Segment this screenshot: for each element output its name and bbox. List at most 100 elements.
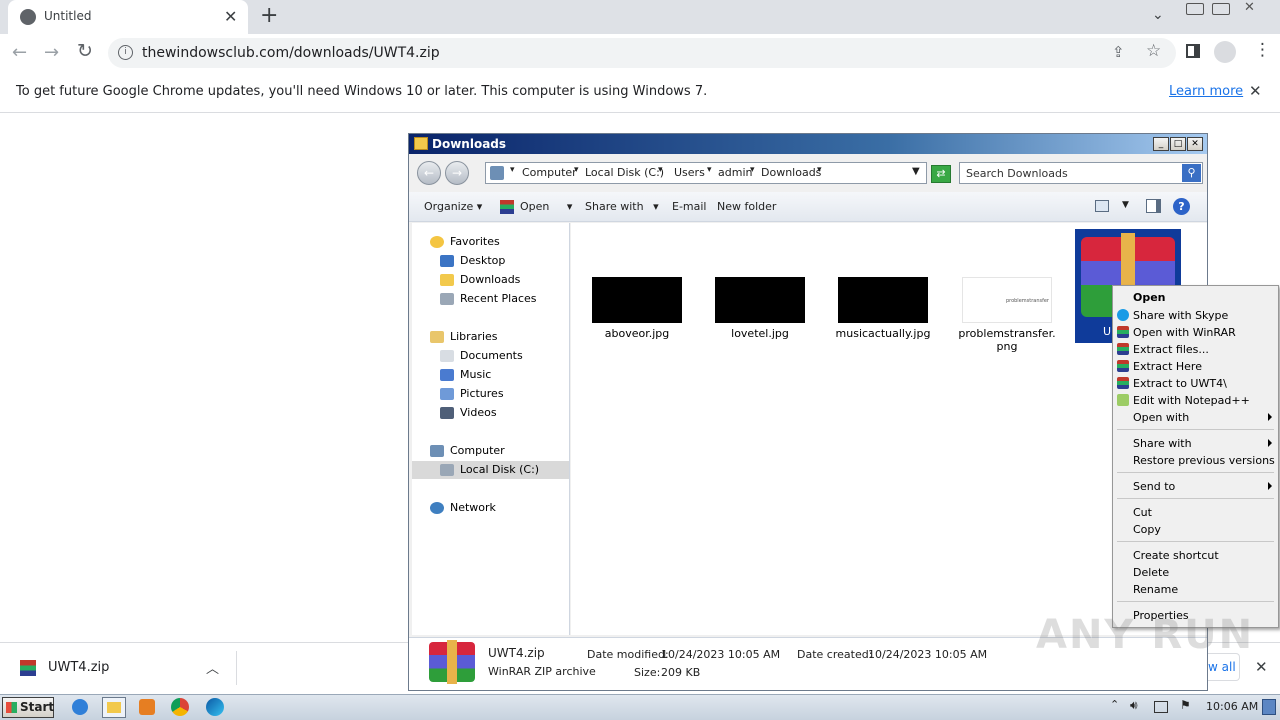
nav-network[interactable]: Network xyxy=(430,499,496,517)
forward-nav-icon[interactable]: → xyxy=(445,161,469,185)
email-button[interactable]: E-mail xyxy=(672,200,707,213)
show-desktop-button[interactable] xyxy=(1262,699,1276,715)
menu-item-send-to[interactable]: Send to xyxy=(1133,478,1175,495)
file-item[interactable]: lovetel.jpg xyxy=(710,277,810,340)
menu-item-cut[interactable]: Cut xyxy=(1133,504,1152,521)
address-bar[interactable]: i thewindowsclub.com/downloads/UWT4.zip … xyxy=(108,38,1176,68)
chrome-icon[interactable] xyxy=(171,698,189,716)
start-button[interactable]: Start xyxy=(2,697,54,718)
breadcrumb-arrow-icon[interactable]: ▾ xyxy=(574,165,579,175)
menu-item-open-winrar[interactable]: Open with WinRAR xyxy=(1133,324,1236,341)
bookmark-star-icon[interactable]: ☆ xyxy=(1146,41,1161,61)
tray-expand-icon[interactable]: ⌃ xyxy=(1110,698,1119,711)
chevron-up-icon[interactable]: ︿ xyxy=(206,658,219,677)
menu-item-edit-notepad[interactable]: Edit with Notepad++ xyxy=(1133,392,1250,409)
tab-untitled[interactable]: Untitled ✕ xyxy=(8,0,248,34)
nav-favorites[interactable]: Favorites xyxy=(430,233,500,251)
file-item[interactable]: musicactually.jpg xyxy=(833,277,933,340)
back-icon[interactable]: ← xyxy=(12,42,27,63)
menu-item-extract-to[interactable]: Extract to UWT4\ xyxy=(1133,375,1227,392)
nav-computer[interactable]: Computer xyxy=(430,442,505,460)
search-input[interactable]: Search Downloads xyxy=(966,167,1068,180)
close-tab-icon[interactable]: ✕ xyxy=(224,7,237,26)
history-dropdown-icon[interactable]: ▼ xyxy=(912,166,920,177)
menu-item-rename[interactable]: Rename xyxy=(1133,581,1178,598)
nav-libraries[interactable]: Libraries xyxy=(430,328,498,346)
new-folder-button[interactable]: New folder xyxy=(717,200,776,213)
volume-icon[interactable]: 🔊︎ xyxy=(1130,698,1138,713)
profile-avatar-icon[interactable] xyxy=(1214,41,1236,63)
network-tray-icon[interactable] xyxy=(1154,701,1168,713)
menu-item-open-with[interactable]: Open with xyxy=(1133,409,1189,426)
menu-item-restore[interactable]: Restore previous versions xyxy=(1133,452,1275,469)
explorer-taskbar-icon[interactable] xyxy=(102,697,126,718)
breadcrumb-users[interactable]: Users xyxy=(674,166,705,179)
url-text[interactable]: thewindowsclub.com/downloads/UWT4.zip xyxy=(142,45,440,61)
preview-pane-icon[interactable] xyxy=(1146,199,1161,213)
nav-desktop[interactable]: Desktop xyxy=(440,252,505,270)
restore-window-button[interactable] xyxy=(1212,3,1230,15)
edge-icon[interactable] xyxy=(206,698,224,716)
download-item-name[interactable]: UWT4.zip xyxy=(48,660,109,675)
refresh-icon[interactable]: ⇄ xyxy=(931,165,951,183)
search-field[interactable]: Search Downloads ⚲ xyxy=(959,162,1203,184)
organize-button[interactable]: Organize ▾ xyxy=(424,200,482,213)
back-nav-icon[interactable]: ← xyxy=(417,161,441,185)
breadcrumb-arrow-icon[interactable]: ▾ xyxy=(817,165,822,175)
view-dropdown-icon[interactable]: ▼ xyxy=(1122,200,1129,210)
search-icon[interactable]: ⚲ xyxy=(1182,164,1201,182)
file-item[interactable]: aboveor.jpg xyxy=(587,277,687,340)
breadcrumb-local-disk[interactable]: Local Disk (C:) xyxy=(585,166,664,179)
menu-kebab-icon[interactable]: ⋮ xyxy=(1254,40,1271,60)
menu-item-delete[interactable]: Delete xyxy=(1133,564,1169,581)
close-infobar-icon[interactable]: ✕ xyxy=(1249,82,1262,100)
breadcrumb-downloads[interactable]: Downloads xyxy=(761,166,821,179)
breadcrumb[interactable]: ▾ Computer ▾ Local Disk (C:) ▾ Users ▾ a… xyxy=(485,162,927,184)
view-options-icon[interactable] xyxy=(1095,200,1109,212)
side-panel-icon[interactable] xyxy=(1186,44,1200,58)
breadcrumb-arrow-icon[interactable]: ▾ xyxy=(658,165,663,175)
media-player-icon[interactable] xyxy=(139,699,155,715)
nav-pictures[interactable]: Pictures xyxy=(440,385,504,403)
menu-separator xyxy=(1117,429,1274,430)
site-info-icon[interactable]: i xyxy=(118,45,133,60)
menu-item-extract-files[interactable]: Extract files... xyxy=(1133,341,1209,358)
help-icon[interactable]: ? xyxy=(1173,198,1190,215)
flag-icon[interactable]: ⚑ xyxy=(1180,698,1191,712)
menu-item-share-skype[interactable]: Share with Skype xyxy=(1133,307,1228,324)
tab-search-icon[interactable]: ⌄ xyxy=(1152,7,1164,23)
ie-icon[interactable] xyxy=(72,699,88,715)
new-tab-button[interactable]: + xyxy=(260,3,278,28)
nav-documents[interactable]: Documents xyxy=(440,347,523,365)
file-item[interactable]: problemstransfer problemstransfer.png xyxy=(957,277,1057,353)
explorer-titlebar[interactable]: Downloads _ □ ✕ xyxy=(409,134,1207,154)
open-button[interactable]: Open ▾ xyxy=(520,200,572,213)
nav-music[interactable]: Music xyxy=(440,366,491,384)
nav-recent-places[interactable]: Recent Places xyxy=(440,290,537,308)
breadcrumb-computer[interactable]: Computer xyxy=(522,166,577,179)
nav-videos[interactable]: Videos xyxy=(440,404,497,422)
close-shelf-icon[interactable]: ✕ xyxy=(1255,658,1268,676)
nav-local-disk[interactable]: Local Disk (C:) xyxy=(412,461,569,479)
explorer-close-button[interactable]: ✕ xyxy=(1187,137,1203,151)
forward-icon[interactable]: → xyxy=(44,42,59,63)
clock[interactable]: 10:06 AM xyxy=(1206,700,1258,713)
minimize-window-button[interactable] xyxy=(1186,3,1204,15)
breadcrumb-arrow-icon[interactable]: ▾ xyxy=(510,165,515,175)
breadcrumb-arrow-icon[interactable]: ▾ xyxy=(707,165,712,175)
menu-item-open[interactable]: Open xyxy=(1133,289,1166,306)
explorer-minimize-button[interactable]: _ xyxy=(1153,137,1169,151)
menu-item-extract-here[interactable]: Extract Here xyxy=(1133,358,1202,375)
breadcrumb-admin[interactable]: admin xyxy=(718,166,752,179)
share-with-button[interactable]: Share with ▾ xyxy=(585,200,659,213)
menu-item-copy[interactable]: Copy xyxy=(1133,521,1161,538)
close-window-button[interactable]: ✕ xyxy=(1244,0,1255,15)
menu-item-share-with[interactable]: Share with xyxy=(1133,435,1192,452)
learn-more-link[interactable]: Learn more xyxy=(1169,84,1243,99)
explorer-maximize-button[interactable]: □ xyxy=(1170,137,1186,151)
nav-downloads[interactable]: Downloads xyxy=(440,271,520,289)
breadcrumb-arrow-icon[interactable]: ▾ xyxy=(750,165,755,175)
reload-icon[interactable]: ↻ xyxy=(77,40,93,62)
menu-item-create-shortcut[interactable]: Create shortcut xyxy=(1133,547,1219,564)
share-icon[interactable]: ⇪ xyxy=(1112,43,1125,61)
